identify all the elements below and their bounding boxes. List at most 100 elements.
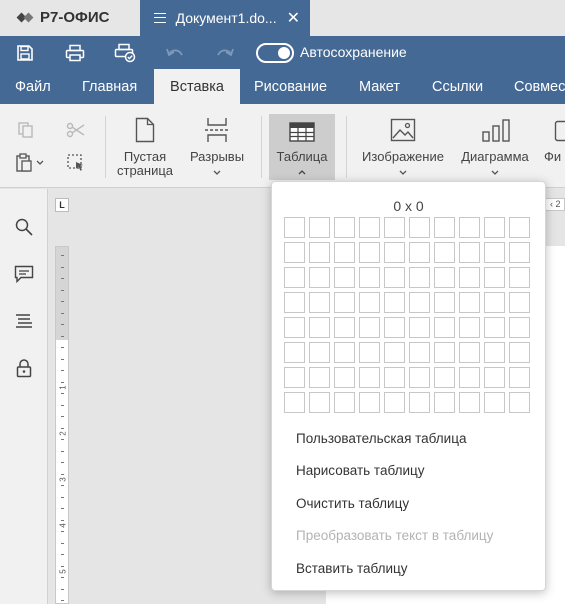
table-grid-cell[interactable]	[334, 267, 355, 288]
table-grid-cell[interactable]	[409, 217, 430, 238]
tab-references[interactable]: Ссылки	[432, 69, 483, 104]
table-grid-cell[interactable]	[509, 317, 530, 338]
table-grid-cell[interactable]	[459, 392, 480, 413]
table-grid-cell[interactable]	[484, 267, 505, 288]
table-grid-cell[interactable]	[359, 217, 380, 238]
table-grid-cell[interactable]	[309, 242, 330, 263]
table-grid-cell[interactable]	[409, 242, 430, 263]
close-tab-icon[interactable]: ✕	[287, 8, 300, 28]
table-grid-cell[interactable]	[509, 367, 530, 388]
table-grid-cell[interactable]	[359, 342, 380, 363]
table-grid-cell[interactable]	[384, 217, 405, 238]
table-grid-cell[interactable]	[434, 217, 455, 238]
table-grid-cell[interactable]	[434, 317, 455, 338]
table-grid-cell[interactable]	[459, 217, 480, 238]
redo-button[interactable]	[213, 42, 237, 64]
table-grid-cell[interactable]	[309, 392, 330, 413]
table-grid-cell[interactable]	[309, 342, 330, 363]
chart-button[interactable]: Диаграмма	[456, 114, 534, 182]
table-grid-cell[interactable]	[284, 217, 305, 238]
protection-button[interactable]	[12, 356, 36, 380]
select-all-button[interactable]	[66, 153, 86, 178]
table-grid-cell[interactable]	[509, 217, 530, 238]
table-grid-cell[interactable]	[384, 317, 405, 338]
table-button[interactable]: Таблица	[269, 114, 335, 180]
table-grid-cell[interactable]	[309, 267, 330, 288]
table-grid-cell[interactable]	[334, 367, 355, 388]
document-tab[interactable]: Документ1.do... ✕	[140, 0, 310, 36]
table-grid-cell[interactable]	[284, 242, 305, 263]
table-grid-cell[interactable]	[484, 292, 505, 313]
table-grid-cell[interactable]	[409, 342, 430, 363]
comments-button[interactable]	[12, 262, 36, 286]
autosave-toggle[interactable]	[256, 43, 294, 63]
horizontal-ruler[interactable]: ‹ 2	[545, 198, 565, 211]
table-grid-cell[interactable]	[459, 292, 480, 313]
table-grid-cell[interactable]	[384, 392, 405, 413]
table-grid-cell[interactable]	[459, 267, 480, 288]
table-grid-cell[interactable]	[409, 292, 430, 313]
table-grid-cell[interactable]	[309, 367, 330, 388]
table-grid-cell[interactable]	[509, 342, 530, 363]
table-grid-cell[interactable]	[484, 392, 505, 413]
table-grid-cell[interactable]	[459, 367, 480, 388]
table-size-grid[interactable]	[284, 217, 530, 413]
table-grid-cell[interactable]	[359, 367, 380, 388]
table-grid-cell[interactable]	[509, 267, 530, 288]
table-grid-cell[interactable]	[359, 292, 380, 313]
draw-table-item[interactable]: Нарисовать таблицу	[296, 463, 424, 478]
tab-home[interactable]: Главная	[82, 69, 137, 104]
table-grid-cell[interactable]	[384, 292, 405, 313]
blank-page-button[interactable]: Пустая страница	[112, 114, 178, 182]
table-grid-cell[interactable]	[434, 342, 455, 363]
table-grid-cell[interactable]	[359, 242, 380, 263]
table-grid-cell[interactable]	[359, 317, 380, 338]
undo-button[interactable]	[163, 42, 187, 64]
insert-table-item[interactable]: Вставить таблицу	[296, 561, 408, 576]
table-grid-cell[interactable]	[409, 367, 430, 388]
table-grid-cell[interactable]	[409, 392, 430, 413]
cut-button[interactable]	[66, 121, 86, 144]
table-grid-cell[interactable]	[309, 217, 330, 238]
print-button[interactable]	[63, 42, 87, 64]
table-grid-cell[interactable]	[459, 342, 480, 363]
table-grid-cell[interactable]	[334, 242, 355, 263]
table-grid-cell[interactable]	[384, 342, 405, 363]
quick-print-button[interactable]	[113, 42, 137, 64]
tab-draw[interactable]: Рисование	[254, 69, 327, 104]
table-grid-cell[interactable]	[309, 292, 330, 313]
table-grid-cell[interactable]	[359, 267, 380, 288]
table-grid-cell[interactable]	[434, 267, 455, 288]
table-grid-cell[interactable]	[409, 317, 430, 338]
table-grid-cell[interactable]	[384, 367, 405, 388]
tab-file[interactable]: Файл	[15, 69, 51, 104]
search-button[interactable]	[12, 215, 36, 239]
tab-collaboration[interactable]: Совмес	[514, 69, 565, 104]
menu-icon[interactable]	[154, 13, 166, 23]
table-grid-cell[interactable]	[334, 292, 355, 313]
tab-layout[interactable]: Макет	[359, 69, 400, 104]
table-grid-cell[interactable]	[434, 367, 455, 388]
table-grid-cell[interactable]	[434, 292, 455, 313]
table-grid-cell[interactable]	[434, 242, 455, 263]
table-grid-cell[interactable]	[334, 392, 355, 413]
table-grid-cell[interactable]	[334, 317, 355, 338]
table-grid-cell[interactable]	[284, 317, 305, 338]
table-grid-cell[interactable]	[484, 217, 505, 238]
table-grid-cell[interactable]	[484, 342, 505, 363]
table-grid-cell[interactable]	[284, 392, 305, 413]
table-grid-cell[interactable]	[284, 367, 305, 388]
tab-insert[interactable]: Вставка	[154, 69, 240, 104]
table-grid-cell[interactable]	[309, 317, 330, 338]
copy-button[interactable]	[17, 121, 35, 144]
navigation-button[interactable]	[12, 309, 36, 333]
table-grid-cell[interactable]	[434, 392, 455, 413]
table-grid-cell[interactable]	[384, 267, 405, 288]
table-grid-cell[interactable]	[284, 342, 305, 363]
custom-table-item[interactable]: Пользовательская таблица	[296, 431, 466, 446]
tab-stop-selector[interactable]: L	[55, 198, 69, 212]
table-grid-cell[interactable]	[284, 267, 305, 288]
table-grid-cell[interactable]	[484, 317, 505, 338]
vertical-ruler[interactable]: 1 2 3 4 5	[55, 246, 69, 604]
table-grid-cell[interactable]	[409, 267, 430, 288]
